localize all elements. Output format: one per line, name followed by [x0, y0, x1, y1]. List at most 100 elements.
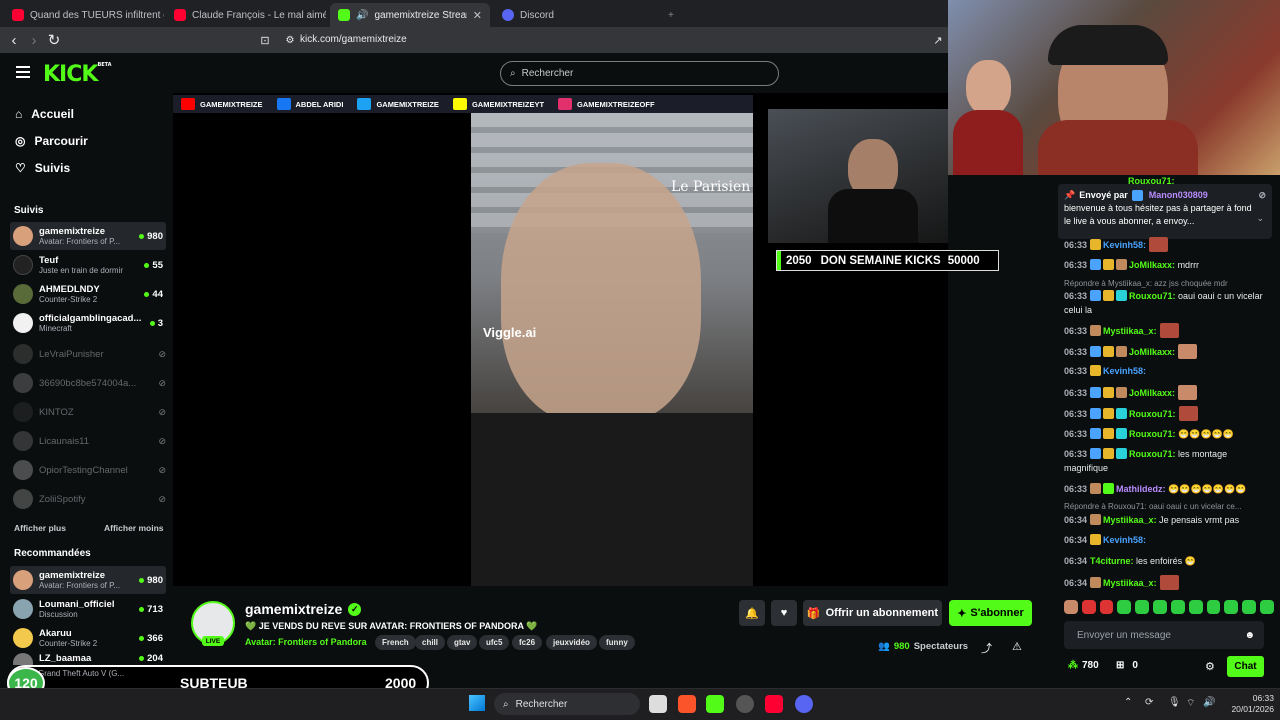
- chat-message-input[interactable]: Envoyer un message ☻: [1064, 621, 1264, 649]
- chat-message[interactable]: 06:33 JoMilkaxx:: [1064, 344, 1264, 359]
- chat-message[interactable]: 06:33 JoMilkaxx:: [1064, 385, 1264, 400]
- chat-message[interactable]: 06:33 Rouxou71: les montage magnifique: [1064, 447, 1264, 475]
- emote[interactable]: [1135, 600, 1150, 614]
- nav-home[interactable]: ⌂ Accueil: [15, 107, 74, 121]
- channel-item[interactable]: Akaruu Counter-Strike 2 366: [10, 624, 166, 652]
- report-icon[interactable]: ⚠: [1012, 640, 1022, 653]
- new-tab-button[interactable]: +: [660, 3, 680, 27]
- channel-points[interactable]: ⁂ 780: [1068, 660, 1099, 671]
- emote[interactable]: [1260, 600, 1274, 614]
- browser-tab[interactable]: Discord: [494, 3, 654, 27]
- youtube-app-icon[interactable]: [765, 695, 783, 713]
- emote[interactable]: [1224, 600, 1239, 614]
- system-clock[interactable]: 06:33 20/01/2026: [1222, 693, 1274, 715]
- chat-message[interactable]: 06:33 Rouxou71:: [1064, 406, 1264, 421]
- channel-item[interactable]: officialgamblingacad... Minecraft 3: [10, 309, 166, 337]
- nav-browse[interactable]: ◎ Parcourir: [15, 134, 88, 148]
- chat-message[interactable]: 06:33 Mystiikaa_x:: [1064, 323, 1264, 338]
- subscribe-button[interactable]: ✦ S'abonner: [949, 600, 1032, 626]
- chat-message[interactable]: 06:33 Rouxou71: oaui oaui c un vicelar ce…: [1064, 289, 1264, 317]
- forward-icon[interactable]: ›: [24, 30, 44, 50]
- notification-bell-button[interactable]: 🔔: [739, 600, 765, 626]
- show-less-link[interactable]: Afficher moins: [104, 523, 164, 533]
- chat-message[interactable]: 06:34 Kevinh58:: [1064, 533, 1264, 547]
- app-icon[interactable]: [736, 695, 754, 713]
- tag[interactable]: fc26: [512, 635, 543, 650]
- emote[interactable]: [1206, 600, 1221, 614]
- tag[interactable]: funny: [599, 635, 635, 650]
- chat-message[interactable]: 06:33 Kevinh58:: [1064, 237, 1264, 252]
- tag[interactable]: jeuxvidéo: [546, 635, 597, 650]
- emote[interactable]: [1117, 600, 1132, 614]
- unpin-icon[interactable]: ⊘: [1258, 189, 1266, 202]
- task-view-icon[interactable]: [649, 695, 667, 713]
- send-chat-button[interactable]: Chat: [1227, 656, 1264, 677]
- taskbar-search[interactable]: ⌕ Rechercher: [494, 693, 640, 715]
- site-info-icon[interactable]: ⚙: [280, 30, 300, 50]
- channel-item[interactable]: Teuf Juste en train de dormir 55: [10, 251, 166, 279]
- search-input[interactable]: ⌕ Rechercher: [500, 61, 779, 86]
- nav-following[interactable]: ♡ Suivis: [15, 161, 70, 175]
- tray-chevron-icon[interactable]: ⌃: [1124, 697, 1132, 708]
- show-more-link[interactable]: Afficher plus: [14, 523, 66, 533]
- brave-icon[interactable]: [678, 695, 696, 713]
- channel-item-offline[interactable]: ZoliiSpotify ⊘: [10, 485, 166, 513]
- tag[interactable]: gtav: [447, 635, 478, 650]
- streamer-name[interactable]: gamemixtreize ✓: [245, 601, 362, 617]
- microphone-icon[interactable]: 🎙: [1168, 697, 1181, 708]
- back-icon[interactable]: ‹: [4, 30, 24, 50]
- channel-item[interactable]: Loumani_officiel Discussion 713: [10, 595, 166, 623]
- channel-item[interactable]: gamemixtreize Avatar: Frontiers of P... 98…: [10, 566, 166, 594]
- reload-icon[interactable]: ↻: [44, 30, 64, 50]
- channel-item[interactable]: LZ_baamaa 204: [10, 653, 166, 665]
- emote[interactable]: [1170, 600, 1185, 614]
- chat-message[interactable]: 06:34 Mystiikaa_x: Je pensais vrmt pas: [1064, 513, 1264, 527]
- chevron-down-icon[interactable]: ⌄: [1256, 212, 1264, 225]
- tag[interactable]: French: [375, 635, 416, 650]
- chat-message[interactable]: 06:34 Mystiikaa_x:: [1064, 575, 1264, 590]
- chat-message[interactable]: 06:33 Mathildedz: 😁😁😁😁😁😁😁: [1064, 482, 1264, 496]
- url-field[interactable]: kick.com/gamemixtreize: [300, 34, 407, 45]
- gift-count[interactable]: ⊞ 0: [1116, 660, 1138, 671]
- chat-message[interactable]: 06:33 JoMilkaxx: mdrrr: [1064, 258, 1264, 272]
- channel-item-offline[interactable]: LeVraiPunisher ⊘: [10, 340, 166, 368]
- tag[interactable]: ufc5: [479, 635, 510, 650]
- channel-item-offline[interactable]: Licaunais11 ⊘: [10, 427, 166, 455]
- chat-message[interactable]: 06:34 T4citurne: les enfoirés 😁: [1064, 554, 1264, 568]
- tray-app-icon[interactable]: ⟳: [1145, 697, 1153, 708]
- kick-app-icon[interactable]: [706, 695, 724, 713]
- wifi-icon[interactable]: ⌔: [1186, 697, 1195, 710]
- gift-subscription-button[interactable]: 🎁 Offrir un abonnement: [803, 600, 942, 626]
- browser-tab[interactable]: Quand des TUEURS infiltrent des JEU: [4, 3, 164, 27]
- share-icon[interactable]: ⤴: [981, 640, 992, 656]
- browser-tab[interactable]: Claude François - Le mal aimé (Offic: [166, 3, 326, 27]
- menu-icon[interactable]: [16, 66, 30, 78]
- emote[interactable]: [1099, 600, 1114, 614]
- channel-item[interactable]: AHMEDLNDY Counter-Strike 2 44: [10, 280, 166, 308]
- emote[interactable]: [1188, 600, 1203, 614]
- channel-item-offline[interactable]: KINTOZ ⊘: [10, 398, 166, 426]
- pinned-message[interactable]: 📌 Envoyé par Manon030809 ⊘ bienvenue à tous…: [1058, 184, 1272, 239]
- channel-item-offline[interactable]: 36690bc8be574004a... ⊘: [10, 369, 166, 397]
- share-icon[interactable]: ↗: [928, 30, 948, 50]
- settings-icon[interactable]: ⚙: [1205, 660, 1215, 673]
- stream-category[interactable]: Avatar: Frontiers of Pandora: [245, 637, 367, 647]
- chat-message[interactable]: 06:33 Kevinh58:: [1064, 364, 1264, 378]
- emote[interactable]: [1064, 600, 1078, 614]
- chat-message[interactable]: 06:33 Rouxou71: 😁😁😁😁😁: [1064, 427, 1264, 441]
- kick-logo[interactable]: KICKBETA: [43, 62, 112, 87]
- browser-tab-active[interactable]: 🔊gamemixtreize Stream - Watc✕: [330, 3, 490, 27]
- channel-item[interactable]: gamemixtreize Avatar: Frontiers of P... 98…: [10, 222, 166, 250]
- tag[interactable]: chill: [415, 635, 446, 650]
- emoji-icon[interactable]: ☻: [1244, 630, 1255, 641]
- emote[interactable]: [1153, 600, 1167, 614]
- emote[interactable]: [1242, 600, 1257, 614]
- windows-start-icon[interactable]: [469, 695, 485, 711]
- follow-button[interactable]: ♥: [771, 600, 797, 626]
- volume-icon[interactable]: 🔊: [1203, 697, 1215, 708]
- emote[interactable]: [1081, 600, 1096, 614]
- bookmark-icon[interactable]: ⊡: [255, 30, 275, 50]
- channel-item-offline[interactable]: OpiorTestingChannel ⊘: [10, 456, 166, 484]
- close-tab-icon[interactable]: ✕: [473, 9, 482, 22]
- discord-app-icon[interactable]: [795, 695, 813, 713]
